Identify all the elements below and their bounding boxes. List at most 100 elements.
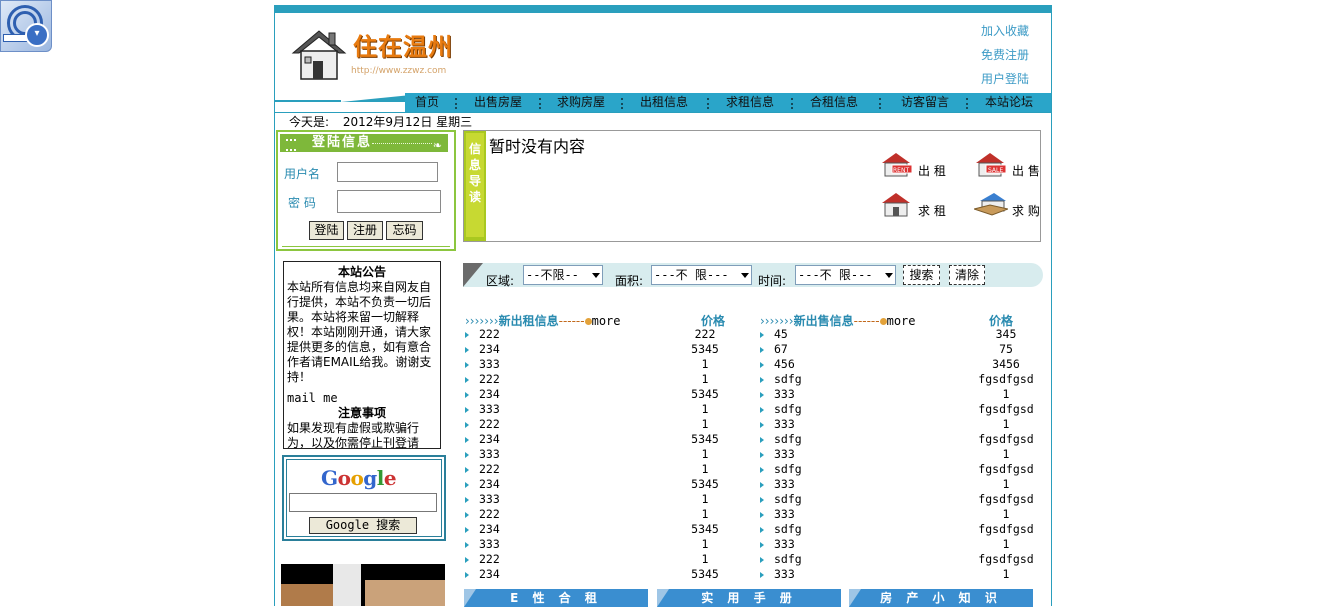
list-item[interactable]: sdfg fgsdfgsd [760,522,1050,537]
list-item-name[interactable]: 222 [479,507,500,522]
list-item[interactable]: 333 1 [760,447,1050,462]
list-item[interactable]: 234 5345 [465,432,745,447]
list-item-name[interactable]: sdfg [774,372,802,387]
nav-buy-house[interactable]: 求购房屋 [557,93,605,112]
nav-sell-house[interactable]: 出售房屋 [474,93,522,112]
rent-more-link[interactable]: more [592,314,621,328]
register-link[interactable]: 免费注册 [981,43,1029,67]
list-item-name[interactable]: 222 [479,417,500,432]
list-item-name[interactable]: 234 [479,432,500,447]
time-select[interactable]: ---不 限--- [795,265,896,285]
search-button[interactable]: 搜索 [903,265,940,285]
list-item[interactable]: 333 1 [760,507,1050,522]
desktop-corner-widget[interactable]: ▾ [0,0,52,52]
list-item-name[interactable]: sdfg [774,522,802,537]
list-item-name[interactable]: sdfg [774,462,802,477]
login-link[interactable]: 用户登陆 [981,67,1029,91]
nav-home[interactable]: 首页 [415,93,439,112]
list-item-name[interactable]: 333 [479,537,500,552]
password-input[interactable] [337,190,441,213]
list-item-name[interactable]: 234 [479,342,500,357]
list-item[interactable]: 333 1 [465,447,745,462]
list-item[interactable]: sdfg fgsdfgsd [760,432,1050,447]
nav-guestbook[interactable]: 访客留言 [901,93,949,112]
list-item-name[interactable]: 333 [479,357,500,372]
list-item[interactable]: sdfg fgsdfgsd [760,492,1050,507]
list-item[interactable]: sdfg fgsdfgsd [760,462,1050,477]
list-item[interactable]: 333 1 [760,537,1050,552]
list-item[interactable]: 333 1 [760,477,1050,492]
list-item[interactable]: 234 5345 [465,342,745,357]
nav-rent-info[interactable]: 出租信息 [640,93,688,112]
clear-button[interactable]: 清除 [949,265,985,285]
tab-share-rent[interactable]: E 性 合 租 [464,589,648,607]
list-item-name[interactable]: 67 [774,342,788,357]
list-item[interactable]: 222 222 [465,327,745,342]
login-button[interactable]: 登陆 [309,221,344,240]
nav-forum[interactable]: 本站论坛 [985,93,1033,112]
list-item[interactable]: 45 345 [760,327,1050,342]
list-item-name[interactable]: 222 [479,372,500,387]
list-item-name[interactable]: 333 [774,537,795,552]
list-item[interactable]: 234 5345 [465,387,745,402]
list-item-name[interactable]: 234 [479,522,500,537]
list-item-name[interactable]: 456 [774,357,795,372]
sale-list-title[interactable]: 新出售信息 [794,314,854,328]
list-item[interactable]: 333 1 [465,537,745,552]
list-item[interactable]: 333 1 [760,567,1050,582]
list-item[interactable]: 222 1 [465,552,745,567]
list-item[interactable]: 222 1 [465,462,745,477]
list-item[interactable]: sdfg fgsdfgsd [760,552,1050,567]
list-item[interactable]: 234 5345 [465,567,745,582]
list-item[interactable]: 67 75 [760,342,1050,357]
username-input[interactable] [337,162,438,182]
size-select[interactable]: ---不 限--- [651,265,752,285]
list-item[interactable]: 222 1 [465,507,745,522]
list-item[interactable]: 333 1 [760,387,1050,402]
list-item-name[interactable]: 333 [774,477,795,492]
sale-more-link[interactable]: more [887,314,916,328]
list-item[interactable]: 456 3456 [760,357,1050,372]
google-search-input[interactable] [289,493,437,512]
tab-property-knowledge[interactable]: 房 产 小 知 识 [849,589,1033,607]
tab-handbook[interactable]: 实 用 手 册 [657,589,841,607]
list-item-name[interactable]: 333 [774,447,795,462]
list-item-name[interactable]: 333 [774,507,795,522]
list-item[interactable]: 234 5345 [465,477,745,492]
ad-image[interactable] [281,564,445,606]
list-item-name[interactable]: 222 [479,327,500,342]
rent-list-title[interactable]: 新出租信息 [499,314,559,328]
list-item-name[interactable]: 222 [479,462,500,477]
list-item-name[interactable]: 333 [774,567,795,582]
list-item[interactable]: 234 5345 [465,522,745,537]
mail-me-link[interactable]: mail me [287,391,437,406]
list-item-name[interactable]: 333 [479,402,500,417]
list-item[interactable]: 333 1 [465,492,745,507]
list-item-name[interactable]: 333 [479,492,500,507]
list-item[interactable]: 333 1 [465,357,745,372]
add-favorite-link[interactable]: 加入收藏 [981,19,1029,43]
list-item-name[interactable]: 222 [479,552,500,567]
list-item-name[interactable]: 234 [479,567,500,582]
list-item-name[interactable]: sdfg [774,432,802,447]
list-item[interactable]: 222 1 [465,417,745,432]
list-item-name[interactable]: sdfg [774,402,802,417]
list-item-name[interactable]: 234 [479,477,500,492]
list-item-name[interactable]: sdfg [774,492,802,507]
list-item-name[interactable]: 45 [774,327,788,342]
forgot-password-button[interactable]: 忘码 [386,221,423,240]
list-item[interactable]: 222 1 [465,372,745,387]
nav-share-rent[interactable]: 合租信息 [810,93,858,112]
list-item[interactable]: sdfg fgsdfgsd [760,372,1050,387]
list-item-name[interactable]: sdfg [774,552,802,567]
register-button[interactable]: 注册 [347,221,383,240]
list-item-name[interactable]: 333 [774,417,795,432]
list-item-name[interactable]: 333 [479,447,500,462]
nav-seek-rent[interactable]: 求租信息 [726,93,774,112]
list-item[interactable]: sdfg fgsdfgsd [760,402,1050,417]
list-item-name[interactable]: 234 [479,387,500,402]
list-item[interactable]: 333 1 [465,402,745,417]
list-item[interactable]: 333 1 [760,417,1050,432]
list-item-name[interactable]: 333 [774,387,795,402]
chevron-down-icon[interactable]: ▾ [25,23,49,47]
